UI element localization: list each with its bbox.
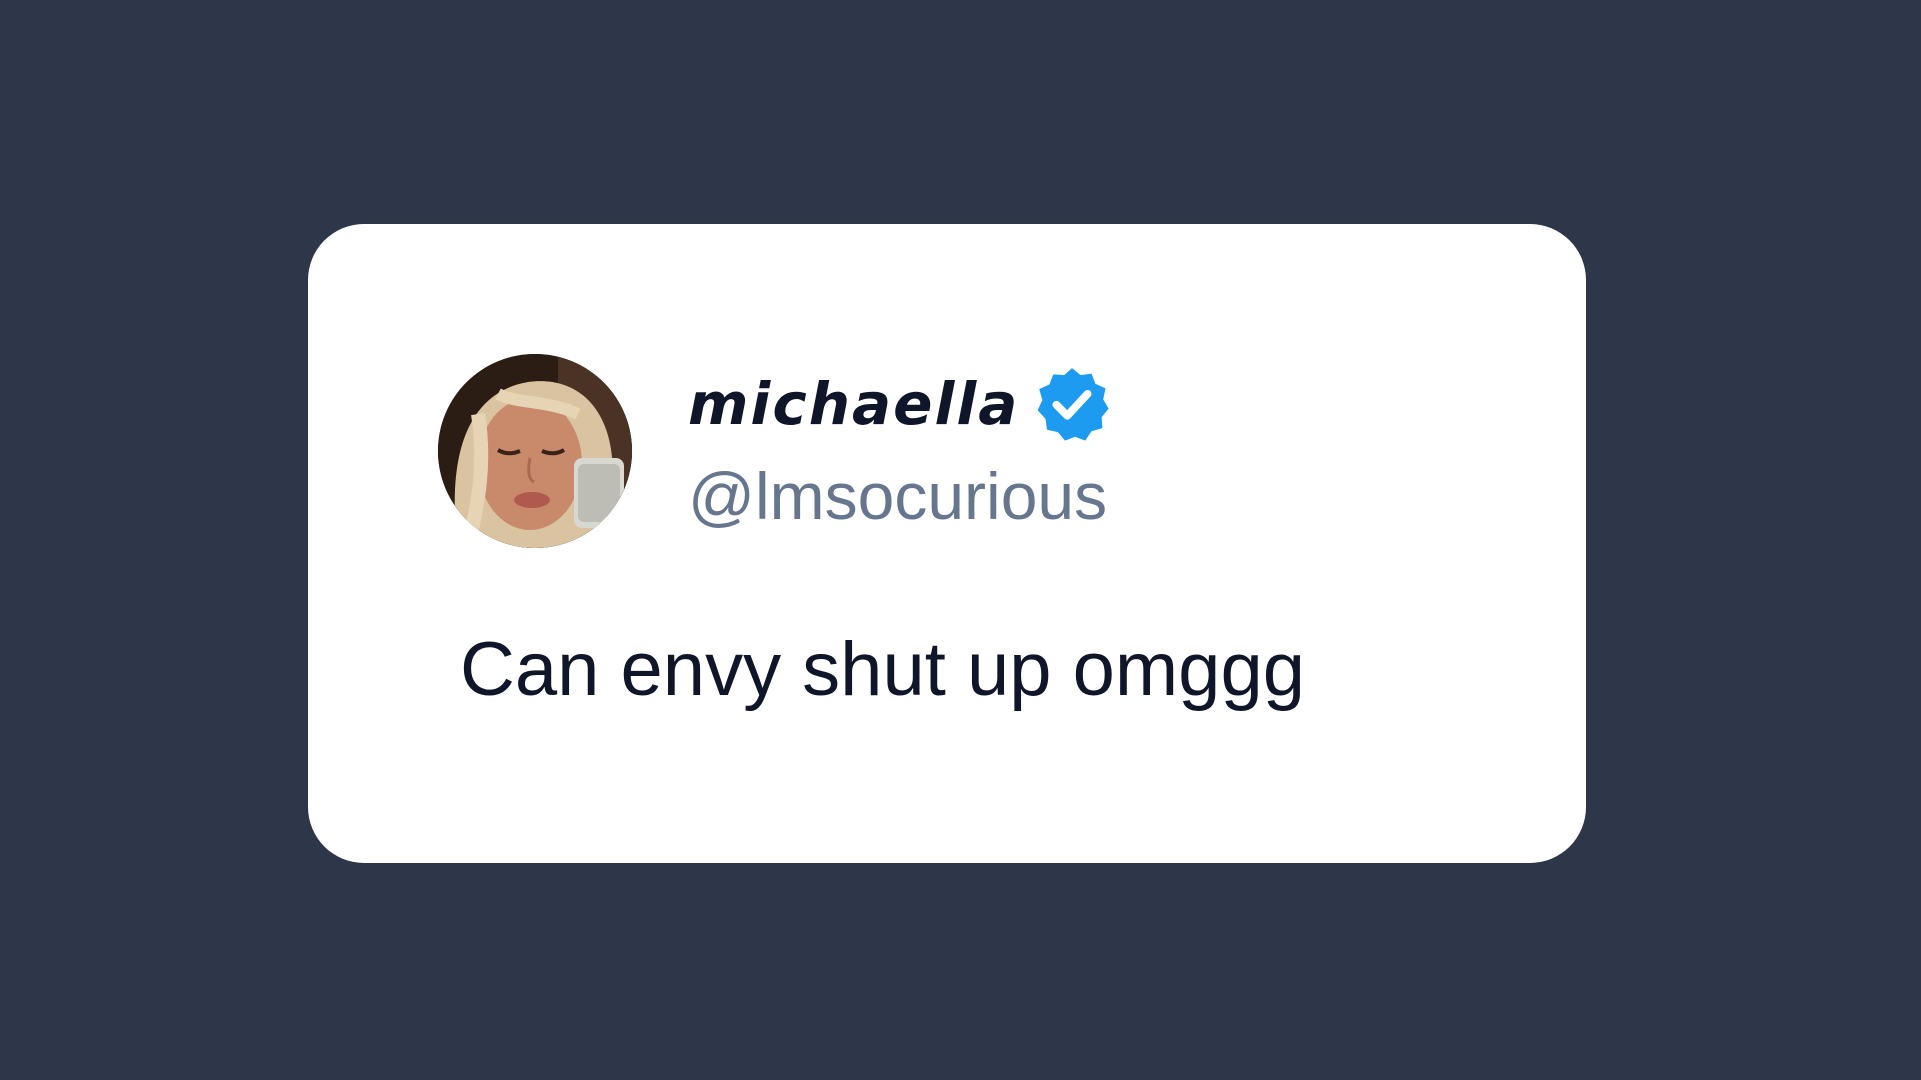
tweet-card: michaella @lmsocurious Can envy shut up … (308, 224, 1586, 863)
display-name-row: michaella (688, 360, 1111, 448)
user-handle[interactable]: @lmsocurious (688, 460, 1107, 533)
verified-check-icon (1033, 365, 1111, 443)
display-name[interactable]: michaella (688, 375, 1019, 433)
avatar-photo (438, 354, 632, 548)
tweet-text: Can envy shut up omggg (460, 627, 1305, 712)
avatar[interactable] (438, 354, 632, 548)
